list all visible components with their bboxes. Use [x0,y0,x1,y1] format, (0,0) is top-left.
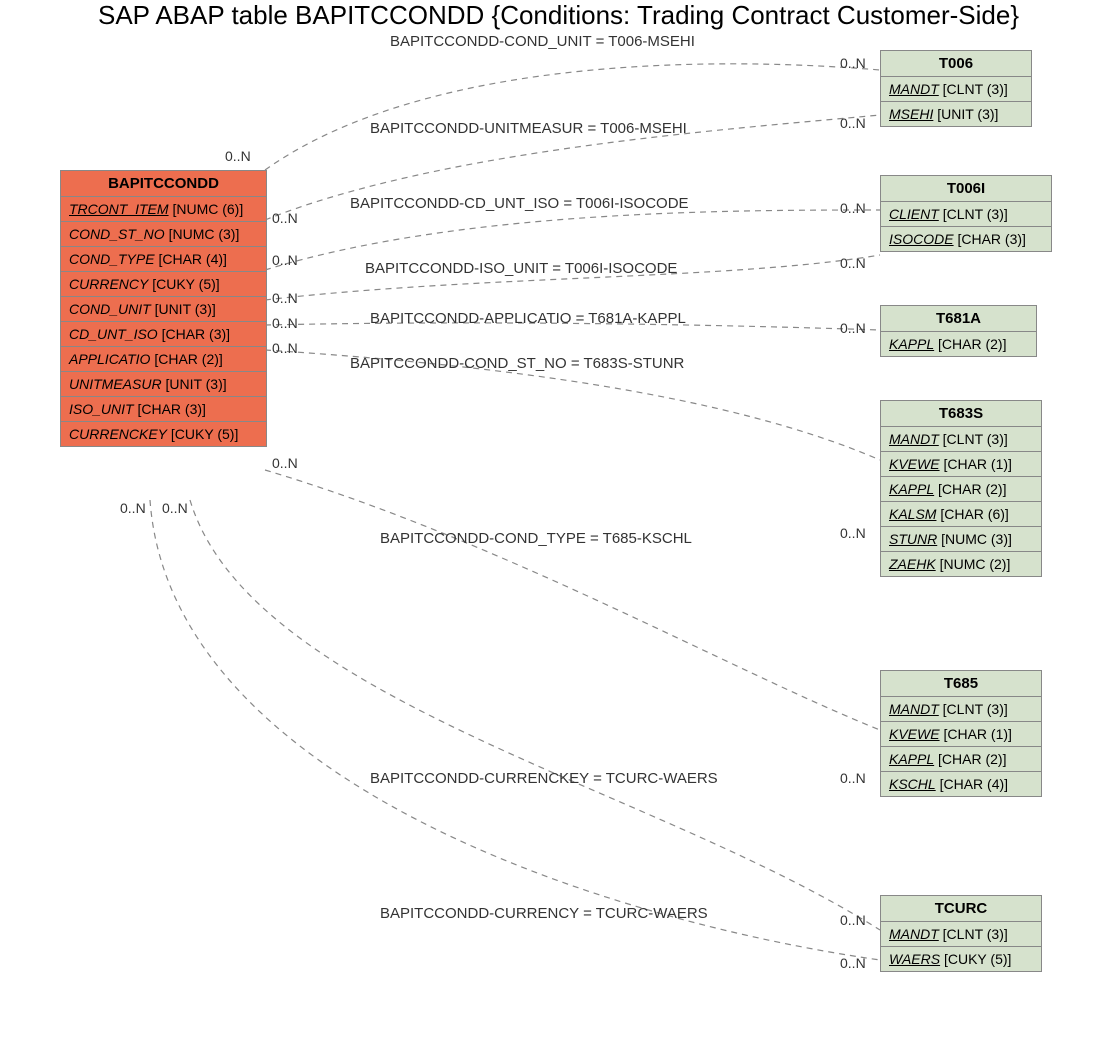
field-row: COND_TYPE [CHAR (4)] [61,247,266,272]
field-row: CURRENCY [CUKY (5)] [61,272,266,297]
relation-label: BAPITCCONDD-COND_TYPE = T685-KSCHL [380,530,692,547]
field-row: ZAEHK [NUMC (2)] [881,552,1041,576]
table-t683s: T683S MANDT [CLNT (3)] KVEWE [CHAR (1)] … [880,400,1042,577]
relation-label: BAPITCCONDD-CURRENCY = TCURC-WAERS [380,905,708,922]
field-row: KSCHL [CHAR (4)] [881,772,1041,796]
field-row: MANDT [CLNT (3)] [881,922,1041,947]
table-t006: T006 MANDT [CLNT (3)] MSEHI [UNIT (3)] [880,50,1032,127]
field-row: ISO_UNIT [CHAR (3)] [61,397,266,422]
field-row: APPLICATIO [CHAR (2)] [61,347,266,372]
cardinality: 0..N [272,455,298,471]
relation-label: BAPITCCONDD-CD_UNT_ISO = T006I-ISOCODE [350,195,689,212]
field-row: CLIENT [CLNT (3)] [881,202,1051,227]
field-row: COND_ST_NO [NUMC (3)] [61,222,266,247]
cardinality: 0..N [840,255,866,271]
relation-label: BAPITCCONDD-ISO_UNIT = T006I-ISOCODE [365,260,677,277]
field-row: STUNR [NUMC (3)] [881,527,1041,552]
cardinality: 0..N [840,55,866,71]
table-header: T685 [881,671,1041,697]
table-header: T683S [881,401,1041,427]
field-row: CD_UNT_ISO [CHAR (3)] [61,322,266,347]
field-row: MANDT [CLNT (3)] [881,427,1041,452]
cardinality: 0..N [840,320,866,336]
relation-label: BAPITCCONDD-COND_UNIT = T006-MSEHI [390,33,695,50]
field-row: KAPPL [CHAR (2)] [881,332,1036,356]
cardinality: 0..N [272,252,298,268]
field-row: WAERS [CUKY (5)] [881,947,1041,971]
table-header: T006 [881,51,1031,77]
field-row: MANDT [CLNT (3)] [881,697,1041,722]
cardinality: 0..N [840,200,866,216]
cardinality: 0..N [840,525,866,541]
cardinality: 0..N [272,340,298,356]
cardinality: 0..N [840,770,866,786]
table-header: T006I [881,176,1051,202]
cardinality: 0..N [162,500,188,516]
field-row: KVEWE [CHAR (1)] [881,722,1041,747]
field-row: KVEWE [CHAR (1)] [881,452,1041,477]
field-row: COND_UNIT [UNIT (3)] [61,297,266,322]
relation-label: BAPITCCONDD-UNITMEASUR = T006-MSEHI [370,120,687,137]
field-row: UNITMEASUR [UNIT (3)] [61,372,266,397]
table-header: BAPITCCONDD [61,171,266,197]
field-row: CURRENCKEY [CUKY (5)] [61,422,266,446]
cardinality: 0..N [840,115,866,131]
relation-label: BAPITCCONDD-CURRENCKEY = TCURC-WAERS [370,770,718,787]
table-t681a: T681A KAPPL [CHAR (2)] [880,305,1037,357]
cardinality: 0..N [120,500,146,516]
table-header: TCURC [881,896,1041,922]
cardinality: 0..N [225,148,251,164]
cardinality: 0..N [840,955,866,971]
table-t685: T685 MANDT [CLNT (3)] KVEWE [CHAR (1)] K… [880,670,1042,797]
field-row: KALSM [CHAR (6)] [881,502,1041,527]
cardinality: 0..N [272,290,298,306]
field-row: ISOCODE [CHAR (3)] [881,227,1051,251]
cardinality: 0..N [272,315,298,331]
field-row: MANDT [CLNT (3)] [881,77,1031,102]
table-tcurc: TCURC MANDT [CLNT (3)] WAERS [CUKY (5)] [880,895,1042,972]
field-row: MSEHI [UNIT (3)] [881,102,1031,126]
cardinality: 0..N [840,912,866,928]
table-bapitccondd: BAPITCCONDD TRCONT_ITEM [NUMC (6)] COND_… [60,170,267,447]
table-t006i: T006I CLIENT [CLNT (3)] ISOCODE [CHAR (3… [880,175,1052,252]
er-diagram: SAP ABAP table BAPITCCONDD {Conditions: … [0,0,1117,1037]
field-row: KAPPL [CHAR (2)] [881,747,1041,772]
relation-label: BAPITCCONDD-COND_ST_NO = T683S-STUNR [350,355,684,372]
table-header: T681A [881,306,1036,332]
cardinality: 0..N [272,210,298,226]
field-row: TRCONT_ITEM [NUMC (6)] [61,197,266,222]
field-row: KAPPL [CHAR (2)] [881,477,1041,502]
relation-label: BAPITCCONDD-APPLICATIO = T681A-KAPPL [370,310,686,327]
